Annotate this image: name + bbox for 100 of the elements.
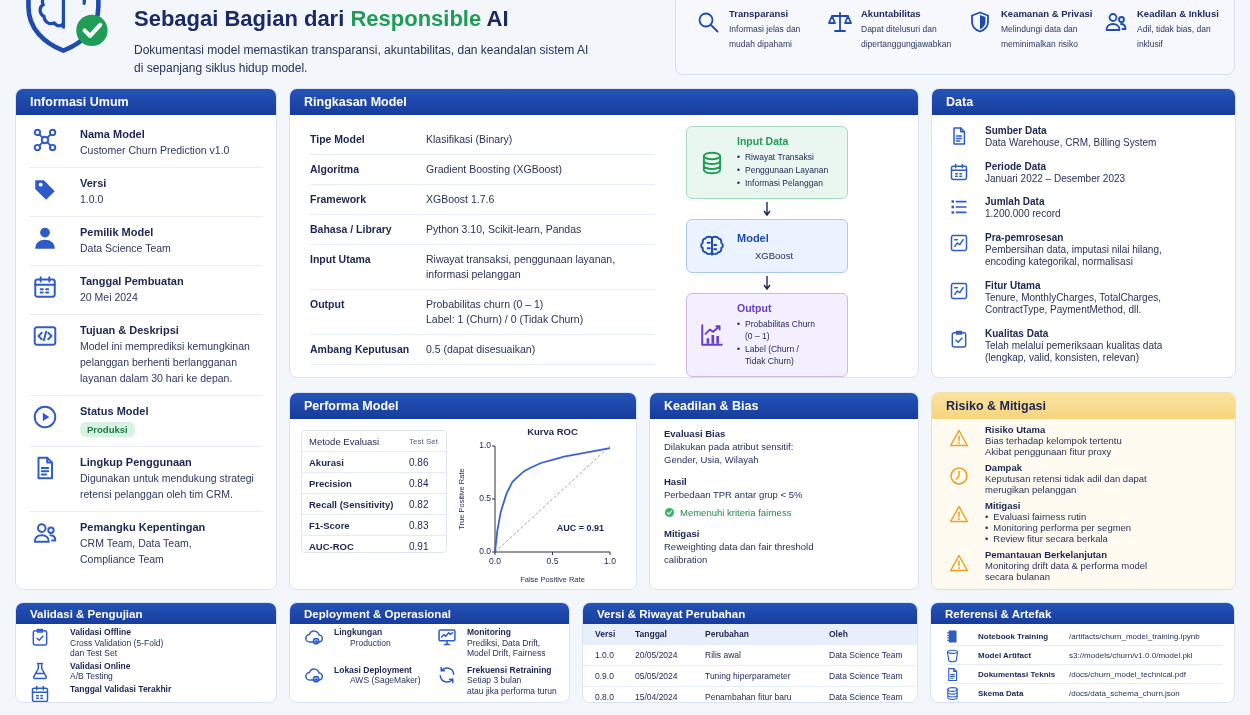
row-label: Input Utama xyxy=(310,252,372,267)
table-cell-text: AUC-ROC xyxy=(309,540,355,552)
table-cell-text: 20/05/2024 xyxy=(635,650,679,660)
principle-title: Keadilan & Inklusi xyxy=(1137,8,1219,19)
risk-text: Keputusan retensi tidak adil dan dapat merugikan pelanggan xyxy=(985,473,1147,495)
section-title: Mitigasi xyxy=(664,527,701,540)
field-label: Fitur Utama xyxy=(985,278,1042,292)
table-cell-text: 0.8.0 xyxy=(595,692,615,702)
section-text: Perbedaan TPR antar grup < 5% xyxy=(664,488,804,501)
field-label: Status Model xyxy=(80,404,149,419)
item-title: Lokasi Deployment xyxy=(334,664,413,675)
bullet-marker: • xyxy=(737,151,740,163)
chart-document-icon xyxy=(949,280,969,301)
field-label: Lingkup Penggunaan xyxy=(80,455,193,470)
database-icon xyxy=(945,685,960,701)
table-cell: 0.82 xyxy=(409,498,429,510)
card-header: Validasi & Pengujian xyxy=(16,603,276,624)
status-text: Memenuhi kriteria fairness xyxy=(680,507,792,518)
field-label: Kualitas Data xyxy=(985,326,1050,340)
warning-icon xyxy=(949,553,969,573)
chart-annotation: AUC = 0.91 xyxy=(556,522,604,533)
code-icon xyxy=(32,323,58,349)
bullet-marker: • xyxy=(985,511,989,522)
column-header: Test Set xyxy=(409,436,438,446)
table-cell-text: F1-Score xyxy=(309,519,351,531)
flow-box-title: Output xyxy=(737,302,773,314)
field-value: 1.200.000 record xyxy=(985,208,1061,221)
table-cell-text: 1.0.0 xyxy=(595,650,615,660)
status-badge: Produksi xyxy=(80,422,135,437)
field-value: Customer Churn Prediction v1.0 xyxy=(80,143,230,158)
document-icon xyxy=(945,666,960,682)
item-title: Frekuensi Retraining xyxy=(467,664,553,675)
field-value: Data Warehouse, CRM, Billing System xyxy=(985,137,1157,150)
bullet-item: Review fitur secara berkala xyxy=(993,533,1108,544)
row-label: Framework xyxy=(310,192,368,207)
table-cell: 0.83 xyxy=(409,519,429,531)
column-header: Tanggal xyxy=(635,629,668,639)
column-header: Perubahan xyxy=(705,629,750,639)
row-label: Output xyxy=(310,297,346,312)
item-title: Validasi Online xyxy=(70,660,131,671)
field-value: Data Science Team xyxy=(80,241,171,256)
cloud-icon xyxy=(304,627,324,647)
field-label: Pemangku Kepentingan xyxy=(80,520,206,535)
calendar-icon xyxy=(32,274,58,300)
risk-text: Bias terhadap kelompok tertentu Akibat penggunaan fitur proxy xyxy=(985,435,1122,457)
table-cell-text: Recall (Sensitivity) xyxy=(309,498,395,510)
risk-title: Dampak xyxy=(985,462,1023,473)
section-title: Evaluasi Bias xyxy=(664,427,727,440)
field-value: Model ini memprediksi kemungkinan pelanggan berhenti berlangganan layanan dalam 30 hari ke depan. xyxy=(80,339,250,386)
field-value: Telah melalui pemeriksaan kualitas data (lengkap, valid, konsisten, relevan) xyxy=(985,339,1163,365)
card-header: Risiko & Mitigasi xyxy=(932,393,1235,419)
table-cell-text: Penambahan fitur baru xyxy=(705,692,793,702)
bullet-item: Monitoring performa per segmen xyxy=(993,522,1132,533)
flow-box-title: Model xyxy=(737,231,770,244)
field-value: Januari 2022 – Desember 2023 xyxy=(985,172,1126,185)
field-label: Pemilik Model xyxy=(80,225,155,240)
item-title: Lingkungan xyxy=(334,627,384,638)
field-value: Digunakan untuk mendukung strategi retensi pelanggan oleh tim CRM. xyxy=(80,471,254,502)
clipboard-check-icon xyxy=(30,627,50,647)
page-description: Dokumentasi model memastikan transparansi, akuntabilitas, dan keandalan sistem AI di sepanjang siklus hidup model. xyxy=(134,42,589,77)
risk-title: Pemantauan Berkelanjutan xyxy=(985,549,1108,560)
card-header: Ringkasan Model xyxy=(290,89,918,115)
refresh-icon xyxy=(437,664,457,685)
table-cell-text: Rilis awal xyxy=(705,650,742,660)
table-cell: 0.84 xyxy=(409,477,429,489)
bullet-marker: • xyxy=(737,177,740,189)
bullet-marker: • xyxy=(737,343,740,356)
table-cell: Data Science Team xyxy=(829,692,903,702)
artifact-name: Model Artifact xyxy=(978,650,1033,660)
column-header: Oleh xyxy=(829,629,848,639)
principle-title: Keamanan & Privasi xyxy=(1001,8,1093,19)
chart-document-icon xyxy=(949,232,969,253)
clipboard-check-icon xyxy=(949,328,969,349)
row-label: Tipe Model xyxy=(310,132,366,147)
row-value: Python 3.10, Scikit-learn, Pandas xyxy=(426,222,582,237)
table-cell-text: Akurasi xyxy=(309,456,345,468)
row-value: Gradient Boosting (XGBoost) xyxy=(426,162,562,177)
artifact-name: Notebook Training xyxy=(978,631,1050,641)
row-value: XGBoost 1.7.6 xyxy=(426,192,495,207)
table-cell: Data Science Team xyxy=(829,650,903,660)
list-icon xyxy=(949,197,969,217)
row-label: Bahasa / Library xyxy=(310,222,393,237)
card-header: Keadilan & Bias xyxy=(650,393,918,419)
bullet-marker: • xyxy=(985,522,989,533)
row-value: Riwayat transaksi, penggunaan layanan, informasi pelanggan xyxy=(426,252,616,282)
network-icon xyxy=(32,127,58,153)
artifact-name: Skema Data xyxy=(978,688,1025,698)
field-value: Pembersihan data, imputasi nilai hilang, encoding kategorikal, normalisasi xyxy=(985,243,1162,269)
table-cell-text: 0.9.0 xyxy=(595,671,615,681)
field-label: Sumber Data xyxy=(985,124,1048,137)
field-label: Jumlah Data xyxy=(985,195,1046,208)
row-label: Ambang Keputusan xyxy=(310,342,411,357)
principle-description: Adil, tidak bias, dan inklusif xyxy=(1137,23,1212,51)
principle-description: Dapat ditelusuri dan dipertanggungjawabkan xyxy=(861,23,952,51)
item-title: Monitoring xyxy=(467,627,512,638)
artifact-name: Dokumentasi Teknis xyxy=(978,669,1057,679)
column-header: Versi xyxy=(595,629,617,639)
section-text: Reweighting data dan fair threshold calibration xyxy=(664,540,815,566)
card-header: Deployment & Operasional xyxy=(290,603,569,624)
item-text: Prediksi, Data Drift, Model Drift, Fairness xyxy=(467,637,546,659)
